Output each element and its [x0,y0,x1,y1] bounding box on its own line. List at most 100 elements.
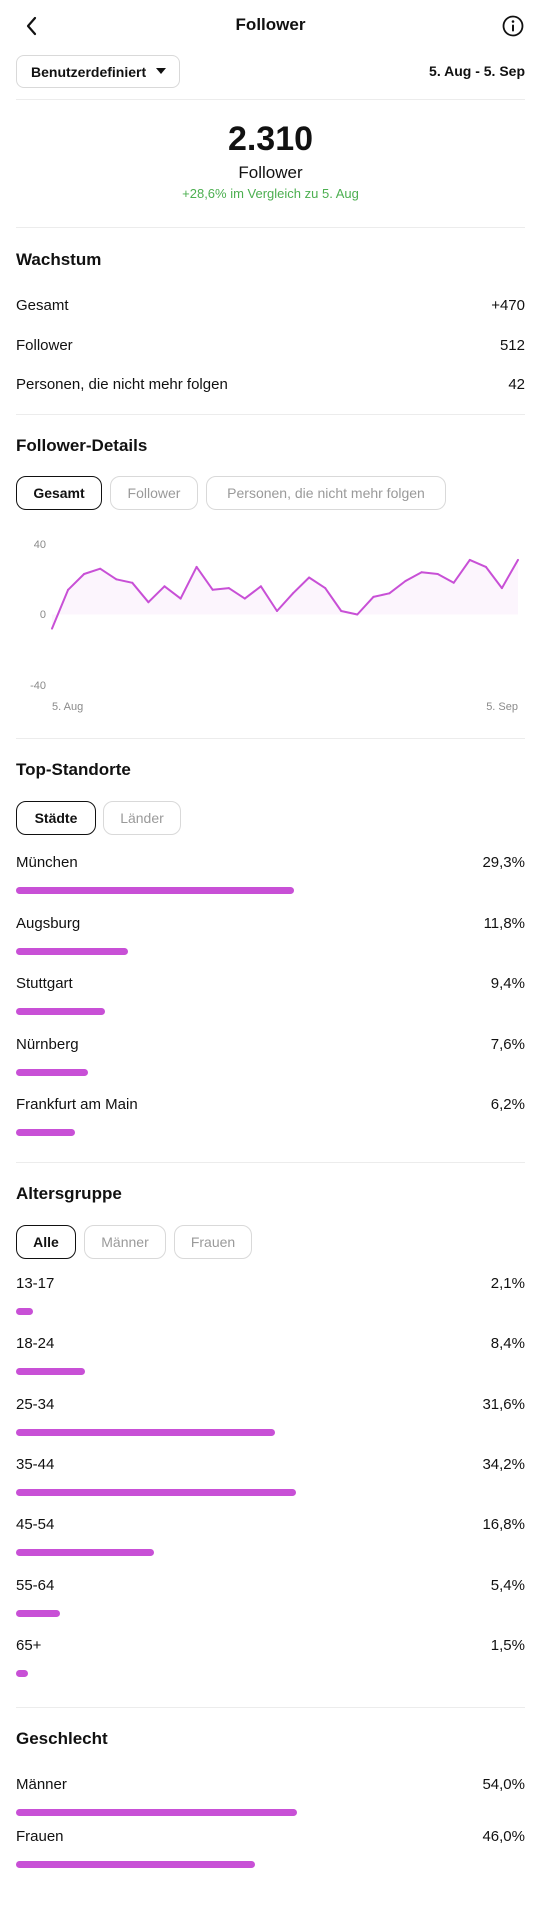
data-point [388,592,391,595]
data-point [227,587,230,590]
bar-row: München 29,3% [16,854,525,898]
caret-down-icon [156,68,166,74]
row-value: 42 [508,376,525,393]
row-label: Gesamt [16,297,69,314]
bar-value: 1,5% [490,1636,525,1654]
growth-row-total: Gesamt +470 [16,297,525,321]
bar-fill [16,1008,105,1015]
tab-followers[interactable]: Follower [110,476,198,510]
section-title-growth: Wachstum [16,250,102,269]
info-button[interactable] [499,12,527,40]
x-tick-label: 5. Aug [52,701,83,713]
divider [16,1707,525,1708]
data-point [211,588,214,591]
row-label: Follower [16,337,73,354]
bar-fill [16,1488,296,1496]
bar-fill [16,887,294,894]
bar-fill [16,1129,75,1136]
data-point [468,558,471,561]
date-range: 5. Aug - 5. Sep [429,63,525,79]
bar-row: Augsburg 11,8% [16,915,525,959]
bar-fill [16,1368,85,1376]
bar-value: 34,2% [482,1455,525,1473]
bar-value: 2,1% [490,1275,525,1292]
data-point [276,610,278,612]
bar-value: 5,4% [490,1576,525,1594]
bar-track [16,1669,525,1677]
data-point [372,595,375,598]
bar-track [16,1609,525,1617]
bar-track [16,1068,525,1076]
bar-value: 7,6% [490,1035,525,1053]
section-title-locations: Top-Standorte [16,760,131,779]
divider [16,414,525,415]
tab-all[interactable]: Alle [16,1225,76,1259]
bar-label: Augsburg [16,914,81,932]
data-point [517,558,519,561]
bar-value: 6,2% [490,1096,525,1113]
tab-women[interactable]: Frauen [174,1225,252,1259]
data-point [324,587,327,590]
tab-countries[interactable]: Länder [103,801,181,835]
follower-count-label: Follower [238,163,303,182]
bar-row: Männer 54,0% [16,1776,525,1820]
tab-cities[interactable]: Städte [16,801,96,835]
row-value: 512 [499,337,525,354]
bar-label: Frauen [16,1828,64,1845]
bar-row: 45-54 16,8% [16,1516,525,1560]
bar-label: Männer [16,1776,67,1793]
bar-value: 8,4% [490,1335,525,1353]
bar-fill [16,947,128,955]
bar-fill [16,1428,275,1436]
growth-row-unfollows: Personen, die nicht mehr folgen 42 [16,376,525,400]
bar-value: 31,6% [482,1395,525,1413]
bar-row: Frankfurt am Main 6,2% [16,1096,525,1140]
growth-row-followers: Follower 512 [16,337,525,361]
bar-track [16,887,525,894]
bar-row: 25-34 31,6% [16,1396,525,1440]
bar-label: Nürnberg [16,1035,79,1053]
data-point [243,597,246,600]
bar-track [16,1308,525,1315]
bar-track [16,1008,525,1015]
info-icon [502,15,524,37]
bar-row: 65+ 1,5% [16,1637,525,1681]
page-title: Follower [235,15,306,34]
row-value: +470 [491,297,525,314]
bar-track [16,1549,525,1557]
data-point [308,576,311,579]
bar-value: 11,8% [483,914,525,932]
tab-unfollows[interactable]: Personen, die nicht mehr folgen [206,476,446,510]
y-tick-label: 40 [34,539,46,551]
date-filter-dropdown[interactable]: Benutzerdefiniert [16,55,180,88]
chart-area-fill [52,559,518,629]
bar-label: 13-17 [16,1275,55,1292]
data-point [131,581,134,584]
divider [16,738,525,739]
data-point [163,585,166,588]
bar-track [16,1488,525,1496]
data-point [179,597,182,600]
data-point [51,627,53,630]
data-point [83,573,86,575]
bar-fill [16,1068,88,1076]
tab-total[interactable]: Gesamt [16,476,102,510]
data-point [259,585,262,588]
tab-men[interactable]: Männer [84,1225,166,1259]
data-point [404,580,407,582]
bar-fill [16,1609,60,1617]
section-title-age: Altersgruppe [16,1184,122,1203]
bar-value: 9,4% [490,975,525,992]
bar-label: 45-54 [16,1516,55,1534]
data-point [500,587,503,590]
bar-fill [16,1861,255,1868]
section-title-details: Follower-Details [16,436,148,455]
bar-row: Frauen 46,0% [16,1828,525,1872]
bar-track [16,1809,525,1816]
bar-fill [16,1549,154,1557]
x-tick-label: 5. Sep [486,701,518,713]
bar-row: 35-44 34,2% [16,1456,525,1500]
change-indicator: +28,6% im Vergleich zu 5. Aug [182,186,359,201]
bar-track [16,1129,525,1136]
bar-value: 16,8% [482,1516,525,1534]
